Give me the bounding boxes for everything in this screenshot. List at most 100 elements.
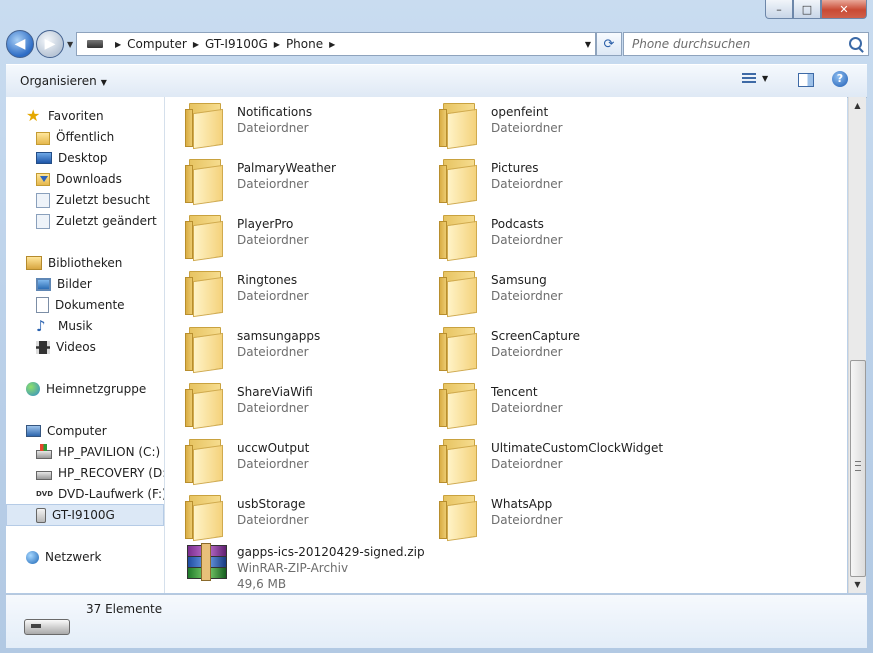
folder-type: Dateiordner bbox=[237, 233, 309, 247]
folder-item[interactable]: WhatsApp Dateiordner bbox=[419, 493, 669, 547]
folder-icon bbox=[185, 215, 223, 262]
file-size: 49,6 MB bbox=[237, 577, 287, 591]
sidebar-item-dvd-drive[interactable]: DVD DVD-Laufwerk (F:) A bbox=[36, 484, 164, 504]
maximize-button[interactable]: □ bbox=[793, 0, 821, 19]
file-name: gapps-ics-20120429-signed.zip bbox=[237, 545, 425, 559]
folder-name: usbStorage bbox=[237, 497, 306, 511]
back-button[interactable]: ◀ bbox=[6, 30, 34, 58]
folder-icon bbox=[185, 103, 223, 150]
sidebar-item-drive-c[interactable]: HP_PAVILION (C:) bbox=[36, 442, 160, 462]
film-icon bbox=[36, 340, 50, 354]
pictures-icon bbox=[36, 277, 51, 291]
folder-name: Podcasts bbox=[491, 217, 544, 231]
scroll-down-button[interactable]: ▼ bbox=[849, 576, 866, 593]
sidebar-item-recent-changed[interactable]: Zuletzt geändert bbox=[36, 211, 157, 231]
sidebar-item-label: HP_PAVILION (C:) bbox=[58, 445, 161, 459]
windows-drive-icon bbox=[36, 444, 52, 459]
folder-icon bbox=[439, 327, 477, 374]
search-icon[interactable] bbox=[849, 37, 862, 50]
scroll-up-button[interactable]: ▲ bbox=[849, 97, 866, 114]
sidebar-item-recent-places[interactable]: Zuletzt besucht bbox=[36, 190, 150, 210]
folder-item[interactable]: PalmaryWeather Dateiordner bbox=[165, 157, 415, 211]
folder-item[interactable]: Tencent Dateiordner bbox=[419, 381, 669, 435]
folder-item[interactable]: PlayerPro Dateiordner bbox=[165, 213, 415, 267]
view-options-dropdown-icon[interactable]: ▼ bbox=[762, 74, 768, 83]
scroll-thumb[interactable] bbox=[850, 360, 866, 577]
preview-pane-icon[interactable] bbox=[798, 73, 814, 87]
folder-item[interactable]: Samsung Dateiordner bbox=[419, 269, 669, 323]
help-button[interactable]: ? bbox=[832, 71, 848, 87]
sidebar-item-drive-d[interactable]: HP_RECOVERY (D:) bbox=[36, 463, 164, 483]
search-box[interactable] bbox=[623, 32, 869, 56]
sidebar-network[interactable]: Netzwerk bbox=[26, 547, 101, 567]
chevron-right-icon[interactable]: ▶ bbox=[193, 40, 199, 49]
folder-item[interactable]: samsungapps Dateiordner bbox=[165, 325, 415, 379]
sidebar-libraries[interactable]: Bibliotheken bbox=[26, 253, 122, 273]
folder-icon bbox=[439, 103, 477, 150]
recent-places-icon bbox=[36, 192, 50, 208]
folder-icon bbox=[185, 327, 223, 374]
folder-item[interactable]: ScreenCapture Dateiordner bbox=[419, 325, 669, 379]
breadcrumb-phone[interactable]: Phone bbox=[286, 37, 323, 51]
sidebar-item-label: Desktop bbox=[58, 151, 108, 165]
sidebar-item-label: Bilder bbox=[57, 277, 92, 291]
close-button[interactable]: ✕ bbox=[821, 0, 867, 19]
refresh-button[interactable]: ⟳ bbox=[596, 32, 622, 56]
sidebar-favorites[interactable]: ★ Favoriten bbox=[26, 106, 104, 126]
caption-buttons: – □ ✕ bbox=[765, 0, 867, 19]
sidebar-item-label: Heimnetzgruppe bbox=[46, 382, 147, 396]
file-item[interactable]: gapps-ics-20120429-signed.zip WinRAR-ZIP… bbox=[165, 541, 425, 593]
recent-pages-dropdown-icon[interactable]: ▼ bbox=[67, 40, 73, 49]
sidebar-item-music[interactable]: ♪ Musik bbox=[36, 316, 93, 336]
sidebar-item-desktop[interactable]: Desktop bbox=[36, 148, 108, 168]
folder-type: Dateiordner bbox=[237, 345, 309, 359]
libraries-icon bbox=[26, 256, 42, 270]
sidebar-item-label: Musik bbox=[58, 319, 93, 333]
organize-menu-button[interactable]: Organisieren ▼ bbox=[20, 74, 107, 88]
hard-drive-icon bbox=[36, 471, 52, 480]
search-input[interactable] bbox=[630, 33, 844, 55]
folder-type: Dateiordner bbox=[491, 289, 563, 303]
folder-item[interactable]: Notifications Dateiordner bbox=[165, 101, 415, 155]
refresh-icon: ⟳ bbox=[603, 36, 615, 52]
sidebar-item-downloads[interactable]: Downloads bbox=[36, 169, 122, 189]
folder-icon bbox=[439, 495, 477, 542]
folder-icon bbox=[439, 439, 477, 486]
sidebar-homegroup[interactable]: Heimnetzgruppe bbox=[26, 379, 146, 399]
chevron-right-icon[interactable]: ▶ bbox=[329, 40, 335, 49]
folder-item[interactable]: usbStorage Dateiordner bbox=[165, 493, 415, 547]
folder-name: openfeint bbox=[491, 105, 549, 119]
folder-item[interactable]: Pictures Dateiordner bbox=[419, 157, 669, 211]
address-history-dropdown-icon[interactable]: ▼ bbox=[585, 40, 591, 49]
sidebar-item-documents[interactable]: Dokumente bbox=[36, 295, 125, 315]
folder-type: Dateiordner bbox=[491, 233, 563, 247]
sidebar-item-device[interactable]: GT-I9100G bbox=[6, 504, 164, 526]
folder-item[interactable]: uccwOutput Dateiordner bbox=[165, 437, 415, 491]
sidebar-item-public[interactable]: Öffentlich bbox=[36, 127, 114, 147]
forward-button[interactable]: ▶ bbox=[36, 30, 64, 58]
sidebar-item-label: GT-I9100G bbox=[52, 508, 115, 522]
sidebar-item-label: Favoriten bbox=[48, 109, 104, 123]
breadcrumb-device[interactable]: GT-I9100G bbox=[205, 37, 268, 51]
folder-item[interactable]: UltimateCustomClockWidget Dateiordner bbox=[419, 437, 669, 491]
sidebar-computer[interactable]: Computer bbox=[26, 421, 107, 441]
folder-icon bbox=[439, 215, 477, 262]
address-bar[interactable]: ▶ Computer ▶ GT-I9100G ▶ Phone ▶ ▼ bbox=[76, 32, 596, 56]
vertical-scrollbar[interactable]: ▲ ▼ bbox=[848, 97, 866, 593]
chevron-right-icon[interactable]: ▶ bbox=[115, 40, 121, 49]
network-icon bbox=[26, 550, 39, 564]
folder-type: Dateiordner bbox=[491, 401, 563, 415]
folder-item[interactable]: openfeint Dateiordner bbox=[419, 101, 669, 155]
change-view-icon[interactable] bbox=[742, 73, 756, 85]
chevron-right-icon[interactable]: ▶ bbox=[274, 40, 280, 49]
navigation-bar: ◀ ▶ ▼ ▶ Computer ▶ GT-I9100G ▶ Phone ▶ ▼… bbox=[6, 30, 869, 58]
sidebar-item-videos[interactable]: Videos bbox=[36, 337, 96, 357]
minimize-button[interactable]: – bbox=[765, 0, 793, 19]
folder-item[interactable]: Podcasts Dateiordner bbox=[419, 213, 669, 267]
breadcrumb-computer[interactable]: Computer bbox=[127, 37, 187, 51]
sidebar-item-pictures[interactable]: Bilder bbox=[36, 274, 92, 294]
folder-type: Dateiordner bbox=[237, 513, 309, 527]
folder-item[interactable]: ShareViaWifi Dateiordner bbox=[165, 381, 415, 435]
folder-item[interactable]: Ringtones Dateiordner bbox=[165, 269, 415, 323]
folder-name: WhatsApp bbox=[491, 497, 553, 511]
